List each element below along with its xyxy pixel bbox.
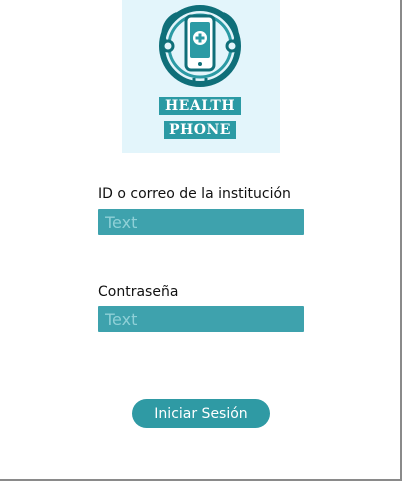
id-email-input[interactable] [98, 209, 304, 235]
login-button[interactable]: Iniciar Sesión [132, 399, 270, 428]
logo-text-health: HEALTH [159, 97, 241, 115]
logo-text-phone: PHONE [164, 121, 236, 139]
app-logo: HEALTH PHONE [122, 0, 280, 153]
login-screen: HEALTH PHONE ID o correo de la instituci… [0, 0, 402, 481]
password-input[interactable] [98, 306, 304, 332]
id-label: ID o correo de la institución [98, 186, 291, 202]
password-label: Contraseña [98, 284, 179, 300]
phone-stethoscope-icon [159, 5, 241, 87]
